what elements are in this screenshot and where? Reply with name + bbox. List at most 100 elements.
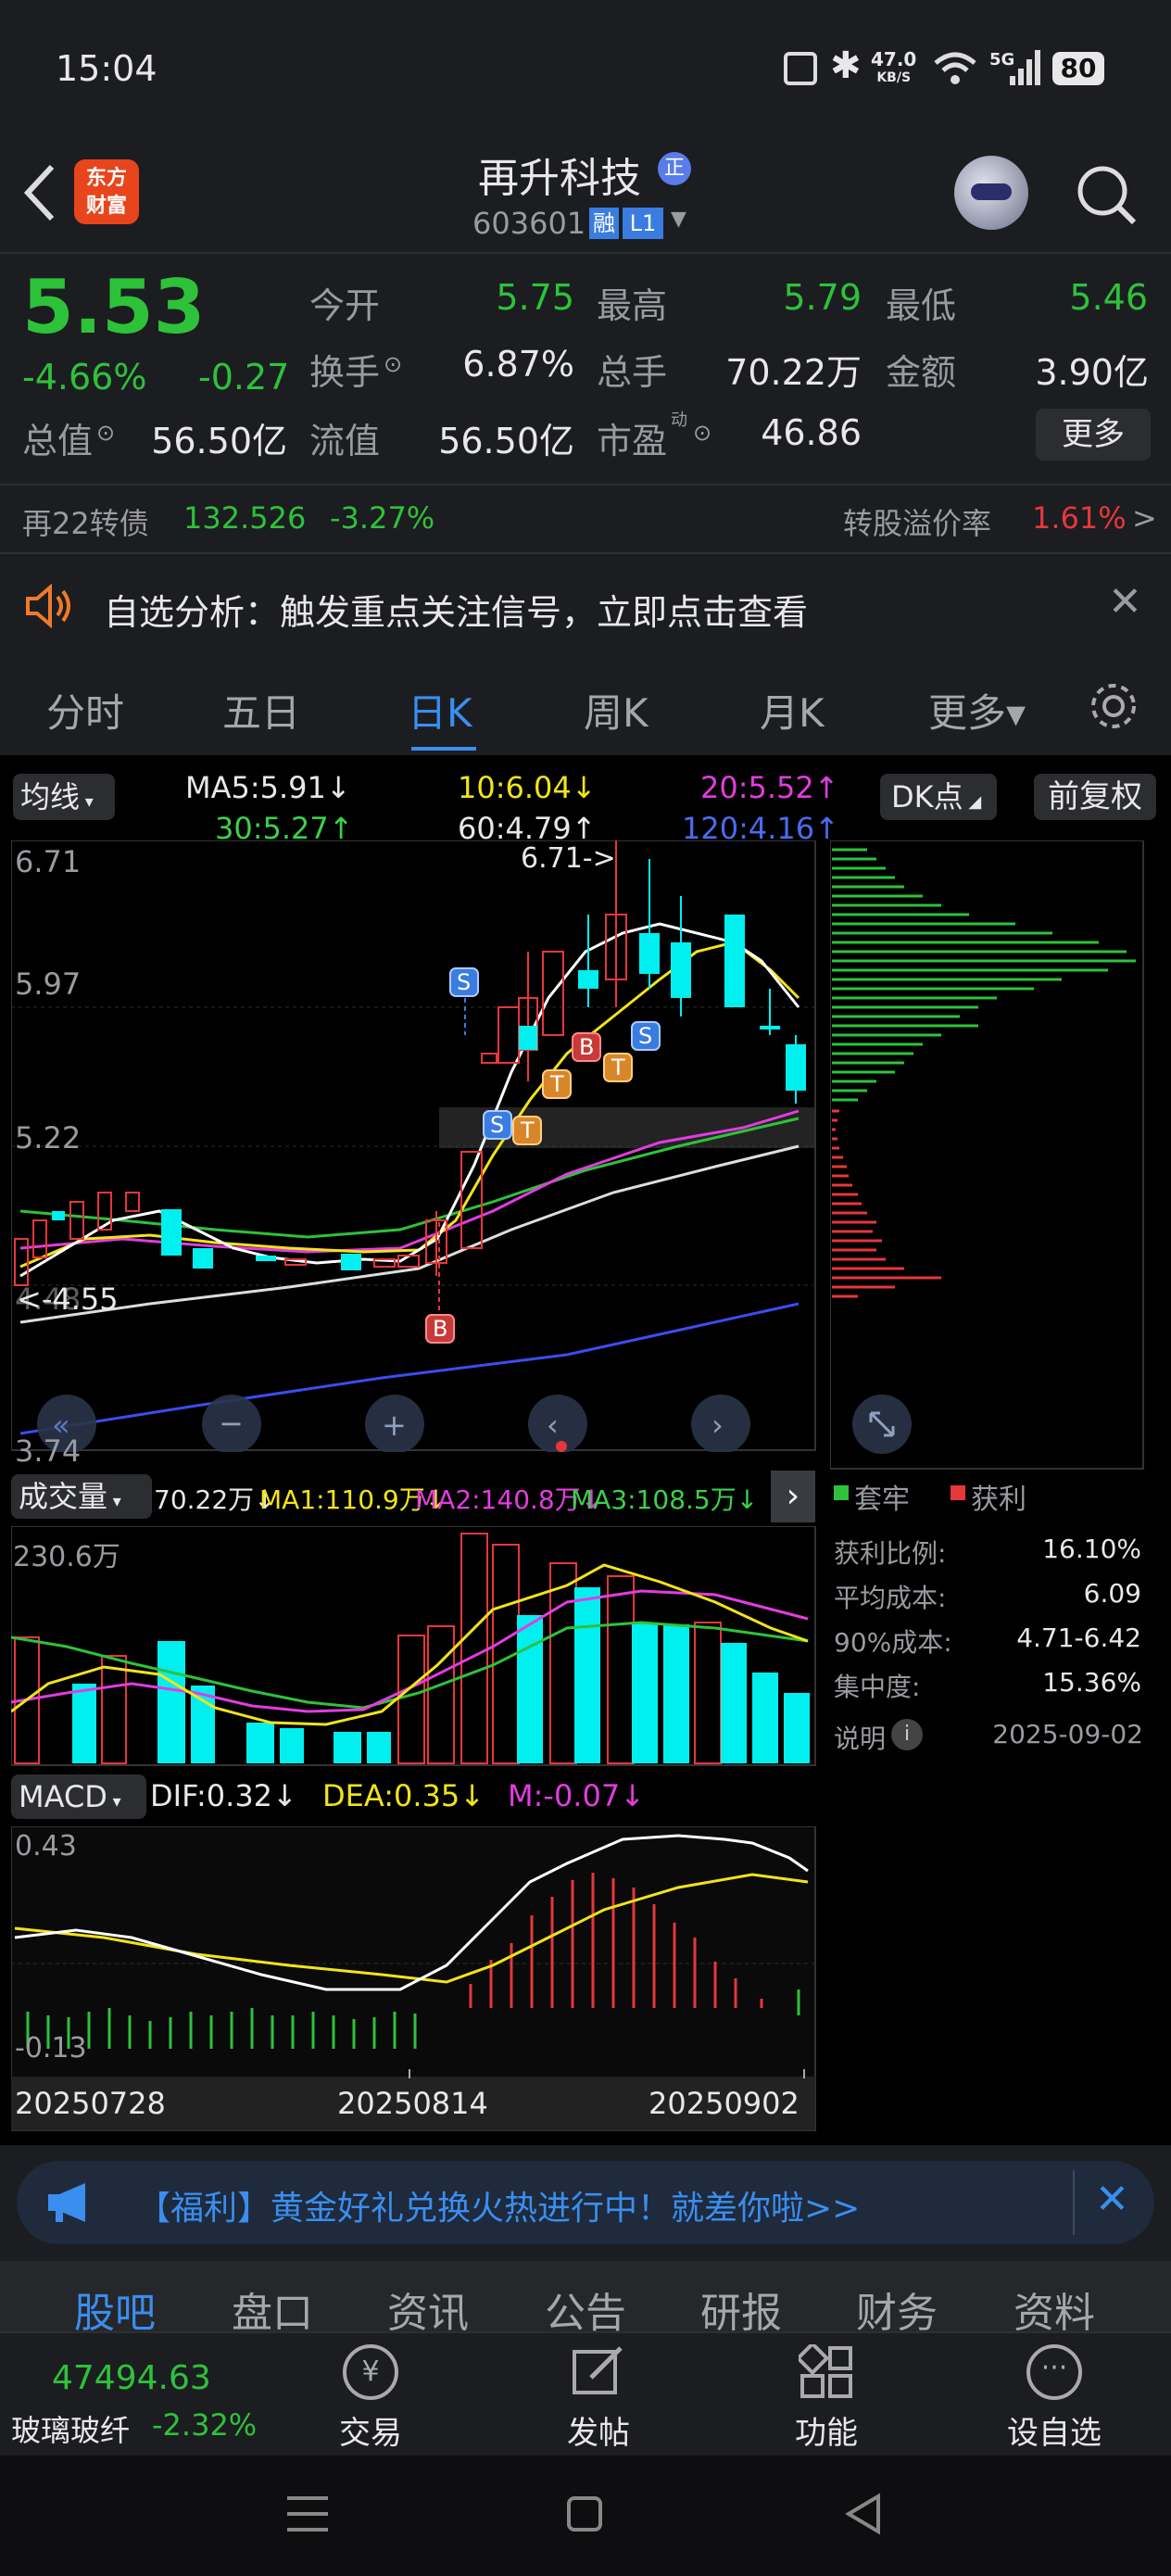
legend-trapped: 套牢: [854, 1484, 910, 1516]
ma10-label: 10:6.04↓: [458, 770, 597, 805]
wifi-icon: [934, 52, 976, 84]
add-watchlist-button[interactable]: ··· 设自选: [999, 2333, 1110, 2456]
explain-label[interactable]: 说明: [834, 1719, 886, 1756]
bond-row[interactable]: 再22转债 132.526 -3.27% 转股溢价率 1.61% >: [0, 487, 1171, 552]
chip-stat-label: 平均成本:: [834, 1583, 947, 1613]
ma60-line: [19, 1144, 800, 1324]
pe-value: 46.86: [761, 412, 862, 453]
close-icon[interactable]: ✕: [1095, 2176, 1129, 2223]
signal-icon: [1010, 50, 1040, 85]
info-icon[interactable]: ⊙: [96, 420, 115, 446]
volume-selector[interactable]: 成交量 ▾: [11, 1474, 152, 1519]
promo-text: 【福利】黄金好礼兑换火热进行中！就差你啦>>: [137, 2190, 861, 2228]
macd-dif: DIF:0.32↓: [150, 1778, 297, 1813]
chip-stat-label: 集中度:: [834, 1672, 921, 1702]
tab-more[interactable]: 更多▾: [928, 682, 1026, 739]
macd-selector[interactable]: MACD ▾: [11, 1774, 146, 1819]
date-label: 20250902: [648, 2086, 800, 2121]
expand-right-icon[interactable]: ›: [771, 1471, 815, 1522]
divider: [0, 552, 1171, 554]
trade-button[interactable]: ¥ 交易: [315, 2333, 426, 2456]
sector-quote[interactable]: 47494.63 玻璃玻纤 -2.32%: [0, 2333, 278, 2456]
tab-wuri[interactable]: 五日: [222, 682, 300, 739]
badge-rong: 融: [589, 208, 619, 239]
megaphone-icon: [48, 2183, 85, 2222]
tab-yanbao[interactable]: 研报: [700, 2279, 782, 2339]
tab-zhouk[interactable]: 周K: [584, 682, 648, 739]
info-icon[interactable]: i: [891, 1719, 923, 1750]
candles: [14, 840, 806, 1286]
divider: [0, 484, 1171, 486]
net-speed: 47.0 KB/S: [871, 48, 917, 85]
sector-change: -2.32%: [152, 2407, 258, 2443]
svg-text:‹: ‹: [547, 1408, 559, 1443]
volume-label: 总手: [597, 352, 668, 393]
price-label: 5.97: [15, 966, 82, 1002]
home-icon[interactable]: [567, 2496, 602, 2532]
tab-fenshi[interactable]: 分时: [46, 682, 124, 739]
function-button[interactable]: 功能: [771, 2333, 882, 2456]
bond-change: -3.27%: [330, 500, 435, 536]
back-icon[interactable]: [20, 163, 57, 222]
chart-area: 均线 ▾ MA5:5.91↓ 10:6.04↓ 20:5.52↑ 30:5.27…: [0, 755, 1171, 2145]
tab-pankou[interactable]: 盘口: [232, 2279, 313, 2339]
search-icon[interactable]: [1075, 163, 1140, 228]
mktcap-label: 总值: [22, 421, 94, 461]
chart-controls: « − + ‹ ›: [37, 1395, 750, 1452]
chip-bars: [832, 848, 1136, 1298]
system-nav-bar: [0, 2456, 1171, 2576]
more-button[interactable]: 更多: [1036, 409, 1151, 461]
settings-gear-icon[interactable]: [1086, 678, 1141, 734]
more-dots-icon: ···: [1026, 2344, 1082, 2400]
vol-ma3: MA3:108.5万↓: [571, 1484, 759, 1515]
stock-header: 东方 财富 再升科技 正 603601 融 L1 ▼: [0, 139, 1171, 250]
chip-stat-label: 90%成本:: [834, 1627, 952, 1658]
pe-sup: 动: [671, 410, 687, 430]
app-logo[interactable]: 东方 财富: [74, 159, 139, 224]
tab-guba[interactable]: 股吧: [74, 2279, 156, 2339]
robot-assistant-icon[interactable]: [954, 156, 1028, 230]
chip-stat-value: 6.09: [1083, 1578, 1141, 1609]
svg-text:›: ›: [711, 1408, 724, 1443]
amount-value: 3.90亿: [1035, 352, 1149, 393]
promo-banner[interactable]: 【福利】黄金好礼兑换火热进行中！就差你啦>> ✕: [17, 2161, 1154, 2244]
change-value: -0.27: [198, 357, 290, 398]
back-nav-icon[interactable]: [843, 2493, 884, 2535]
sector-value: 47494.63: [52, 2359, 211, 2397]
dropdown-arrow-icon[interactable]: ▼: [671, 208, 686, 231]
price-label-top: 6.71: [15, 844, 82, 879]
tab-caiwu[interactable]: 财务: [856, 2279, 938, 2339]
post-button[interactable]: 发帖: [543, 2333, 654, 2456]
low-label: 最低: [886, 285, 957, 326]
open-label: 今开: [309, 285, 381, 326]
pe-label: 市盈: [597, 421, 668, 461]
svg-text:T: T: [520, 1118, 535, 1143]
tab-rik[interactable]: 日K: [408, 682, 472, 739]
macd-top-label: 0.43: [15, 1830, 77, 1863]
chip-distribution-chart[interactable]: [830, 840, 1145, 1471]
svg-text:T: T: [549, 1071, 564, 1097]
tab-ziliao[interactable]: 资料: [1014, 2279, 1095, 2339]
recents-icon[interactable]: [287, 2496, 328, 2532]
info-icon[interactable]: ⊙: [384, 351, 402, 377]
notice-bar[interactable]: 自选分析：触发重点关注信号，立即点击查看 ✕: [0, 556, 1171, 656]
low-marker: <-4.55: [17, 1282, 119, 1317]
grid-icon: [795, 2341, 852, 2398]
float-label: 流值: [309, 421, 381, 461]
info-icon[interactable]: ⊙: [693, 420, 711, 446]
bond-price: 132.526: [183, 500, 307, 536]
close-icon[interactable]: ✕: [1108, 578, 1142, 625]
status-bar: 15:04 ✱ 47.0 KB/S 5G 80: [0, 0, 1171, 139]
tab-yuek[interactable]: 月K: [760, 682, 825, 739]
bluetooth-icon: ✱: [830, 44, 862, 87]
dk-button[interactable]: DK点 ◢: [880, 774, 997, 820]
ma-selector[interactable]: 均线 ▾: [13, 774, 115, 820]
adjust-button[interactable]: 前复权: [1034, 774, 1156, 820]
tab-gonggao[interactable]: 公告: [545, 2279, 626, 2339]
svg-text:B: B: [579, 1034, 594, 1060]
bottom-toolbar: 47494.63 玻璃玻纤 -2.32% ¥ 交易 发帖 功能 ··· 设自选: [0, 2331, 1171, 2456]
kline-chart[interactable]: B S S T T B T S « − + ‹ ›: [11, 840, 817, 1452]
volume-chart[interactable]: [11, 1526, 817, 1767]
stock-name: 再升科技: [478, 155, 641, 202]
tab-zixun[interactable]: 资讯: [387, 2279, 469, 2339]
